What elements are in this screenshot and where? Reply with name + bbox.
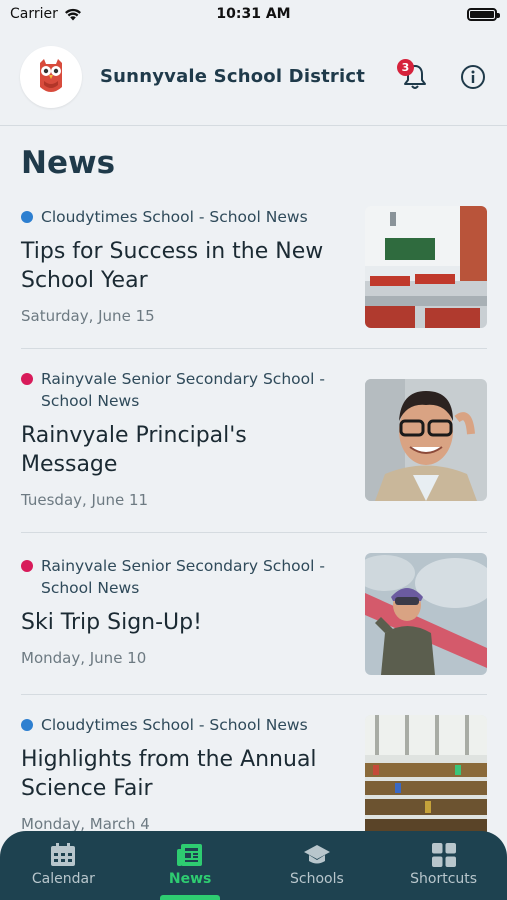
app-header: Sunnyvale School District 3 — [0, 28, 507, 126]
status-bar: Carrier 10:31 AM — [0, 0, 507, 28]
tab-news[interactable]: News — [127, 831, 254, 900]
news-thumbnail-classroom — [365, 206, 487, 328]
news-thumbnail-principal — [365, 379, 487, 501]
school-color-dot — [21, 719, 33, 731]
news-list: Cloudytimes School - School News Tips fo… — [21, 200, 487, 855]
news-source: Cloudytimes School - School News — [21, 206, 341, 228]
calendar-icon — [51, 843, 76, 866]
newspaper-icon — [177, 844, 203, 866]
news-item[interactable]: Cloudytimes School - School News Tips fo… — [21, 200, 487, 349]
tab-label: Shortcuts — [410, 871, 478, 887]
news-title: Tips for Success in the New School Year — [21, 239, 324, 293]
news-date: Saturday, June 15 — [21, 307, 155, 325]
info-button[interactable] — [459, 63, 487, 91]
news-title: Ski Trip Sign-Up! — [21, 610, 202, 635]
news-source: Rainyvale Senior Secondary School - Scho… — [21, 368, 341, 412]
school-color-dot — [21, 211, 33, 223]
status-left: Carrier — [10, 6, 82, 22]
graduation-cap-icon — [303, 845, 330, 864]
news-thumbnail-ski — [365, 553, 487, 675]
tab-label: News — [168, 871, 212, 887]
tab-label: Schools — [289, 871, 344, 887]
bottom-tab-bar: Calendar News Schools Shortcuts — [0, 831, 507, 900]
owl-logo-icon — [40, 58, 62, 92]
news-date: Tuesday, June 11 — [21, 491, 149, 509]
district-title: Sunnyvale School District — [100, 66, 366, 87]
news-source-label: Rainyvale Senior Secondary School - Scho… — [41, 370, 325, 410]
carrier-label: Carrier — [10, 6, 58, 22]
notifications-button[interactable]: 3 — [397, 58, 429, 91]
news-source: Cloudytimes School - School News — [21, 714, 341, 736]
school-color-dot — [21, 373, 33, 385]
tab-schools[interactable]: Schools — [254, 831, 381, 900]
news-item[interactable]: Rainyvale Senior Secondary School - Scho… — [21, 533, 487, 695]
notification-badge: 3 — [397, 58, 414, 76]
news-item[interactable]: Rainyvale Senior Secondary School - Scho… — [21, 349, 487, 533]
news-source: Rainyvale Senior Secondary School - Scho… — [21, 555, 341, 599]
school-color-dot — [21, 560, 33, 572]
battery-icon — [467, 7, 500, 21]
news-thumbnail-library — [365, 715, 487, 837]
news-source-label: Cloudytimes School - School News — [41, 716, 308, 734]
news-source-label: Cloudytimes School - School News — [41, 208, 308, 226]
grid-icon — [431, 843, 456, 867]
news-source-label: Rainyvale Senior Secondary School - Scho… — [41, 557, 325, 597]
news-title: Rainvyale Principal's Message — [21, 423, 247, 477]
tab-calendar[interactable]: Calendar — [0, 831, 127, 900]
wifi-icon — [64, 8, 81, 20]
district-logo[interactable] — [20, 45, 82, 108]
tab-shortcuts[interactable]: Shortcuts — [380, 831, 507, 900]
page-title: News — [21, 145, 116, 181]
news-title: Highlights from the Annual Science Fair — [21, 747, 317, 801]
tab-label: Calendar — [31, 871, 95, 887]
news-date: Monday, June 10 — [21, 649, 147, 667]
info-icon — [461, 64, 485, 89]
active-tab-indicator — [160, 895, 221, 900]
